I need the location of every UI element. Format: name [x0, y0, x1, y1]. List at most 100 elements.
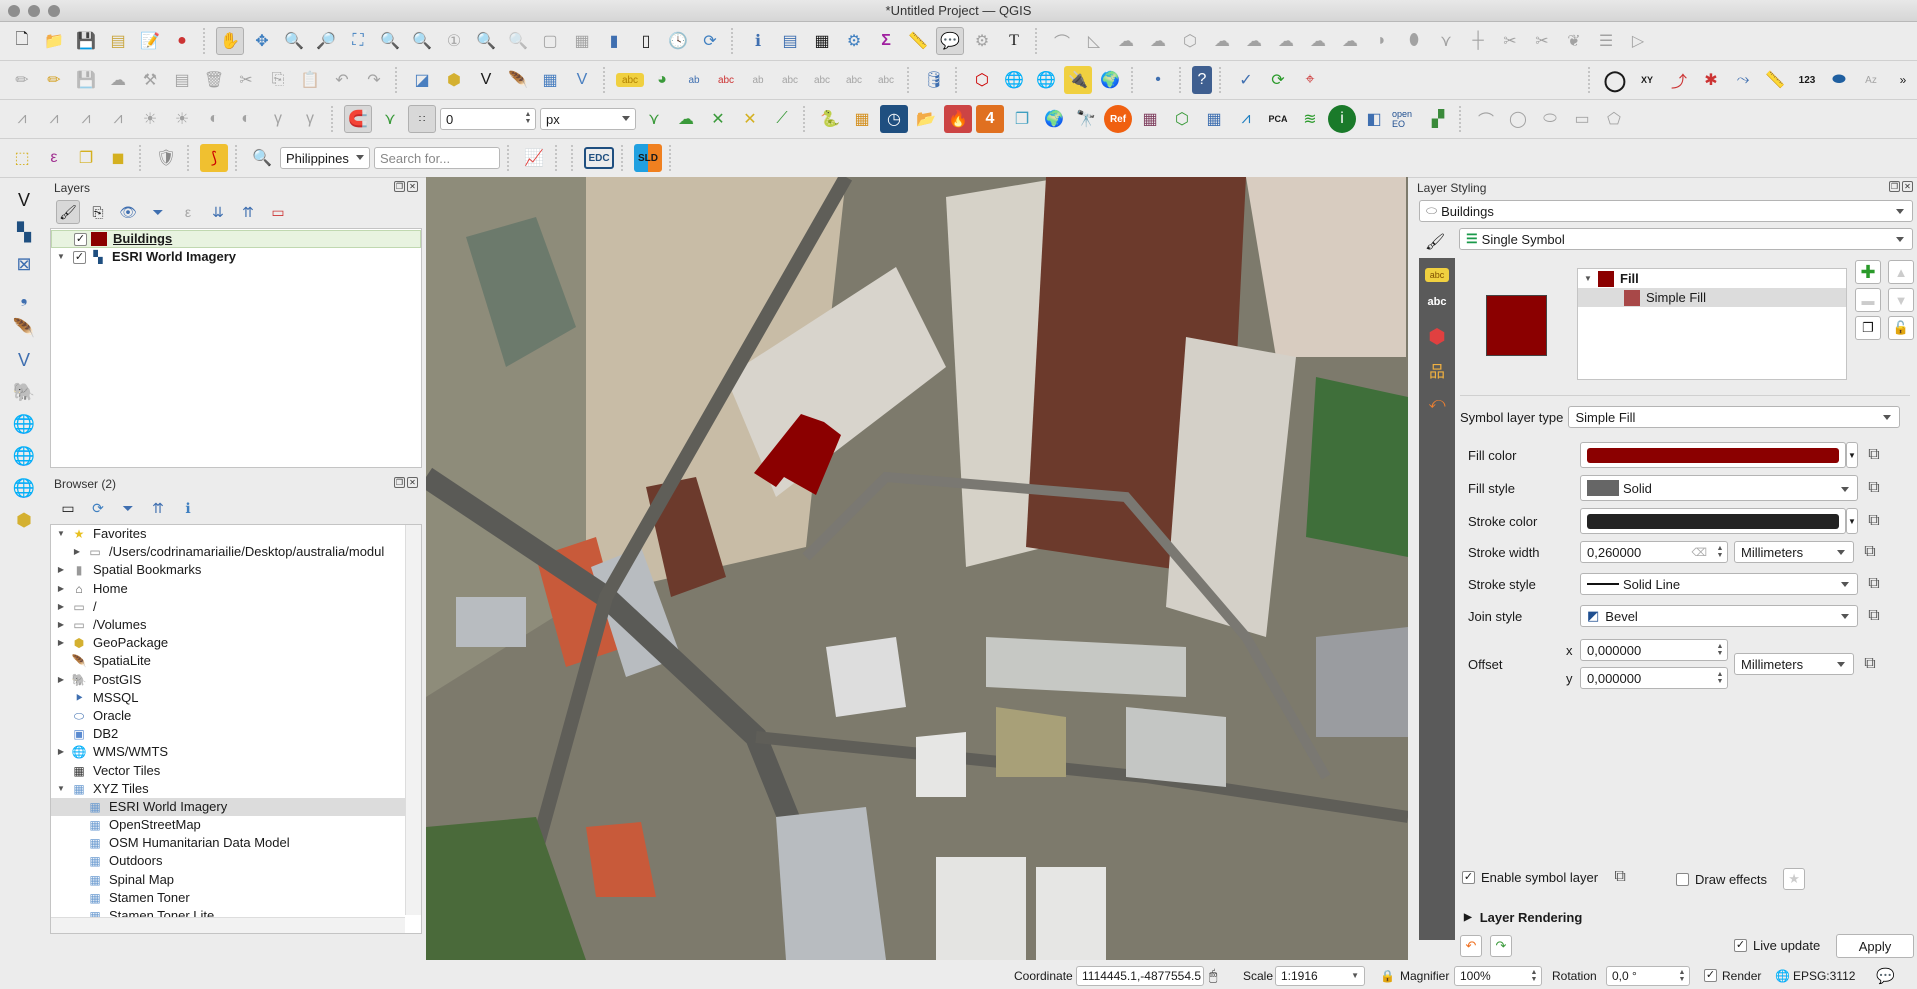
masks-tab-icon[interactable]: abc: [1423, 288, 1451, 316]
pca-icon[interactable]: PCA: [1264, 105, 1292, 133]
plugin-fire-icon[interactable]: 🔥: [944, 105, 972, 133]
data-defined-override-icon[interactable]: ⧉: [1608, 868, 1632, 886]
add-symbol-layer-button[interactable]: ✚: [1855, 260, 1881, 284]
float-panel-icon[interactable]: ❐: [394, 181, 405, 192]
label-toolbar-icon[interactable]: abc: [616, 73, 644, 87]
advanced-edit-6-icon[interactable]: ◗: [1368, 27, 1396, 55]
add-selected-layers-icon[interactable]: ▭: [56, 496, 80, 520]
identify-features-icon[interactable]: ℹ: [744, 27, 772, 55]
advanced-edit-2-icon[interactable]: ☁: [1240, 27, 1268, 55]
move-label-2-icon[interactable]: abc: [808, 66, 836, 94]
add-wms-layer-icon[interactable]: 🌐: [8, 410, 40, 438]
add-polygon-icon[interactable]: ☁: [104, 66, 132, 94]
close-panel-icon[interactable]: ✕: [407, 477, 418, 488]
move-label-icon[interactable]: ab: [744, 66, 772, 94]
plugin-layers-icon[interactable]: ❐: [1008, 105, 1036, 133]
plugin-dot-icon[interactable]: •: [1144, 66, 1172, 94]
table-refresh-icon[interactable]: ⟳: [1264, 66, 1292, 94]
rotate-label-icon[interactable]: abc: [840, 66, 868, 94]
earth-icon[interactable]: 🌍: [1040, 105, 1068, 133]
shape-tool-2-icon[interactable]: ☁: [1144, 27, 1172, 55]
add-ellipse-icon[interactable]: ⬭: [1536, 105, 1564, 133]
openeo-icon[interactable]: open EO: [1392, 105, 1420, 133]
minimize-window-button[interactable]: [28, 5, 40, 17]
new-layer-icon[interactable]: ◪: [408, 66, 436, 94]
processing-toolbox-icon[interactable]: ⚙: [840, 27, 868, 55]
expand-all-icon[interactable]: ⇊: [206, 200, 230, 224]
filter-legend-icon[interactable]: ⏷: [146, 200, 170, 224]
raster-tool-3-icon[interactable]: ⩘: [72, 105, 100, 133]
advanced-edit-7-icon[interactable]: ⬮: [1400, 27, 1428, 55]
open-attribute-table-icon[interactable]: ▤: [776, 27, 804, 55]
lock-color-button[interactable]: 🔓: [1888, 316, 1914, 340]
browser-vscrollbar[interactable]: [405, 525, 421, 915]
snapping-magnet-icon[interactable]: 🧲: [344, 105, 372, 133]
route-plugin-icon[interactable]: ⟆: [200, 144, 228, 172]
field-calculator-icon[interactable]: ▦: [808, 27, 836, 55]
add-postgis-layer-icon[interactable]: 🐘: [8, 378, 40, 406]
help-icon[interactable]: ?: [1192, 66, 1212, 94]
coordinate-field[interactable]: 1114445.1,-4877554.5: [1076, 965, 1204, 986]
3d-view-tab-icon[interactable]: ⬢: [1423, 322, 1451, 350]
curve-points-icon[interactable]: ⤴: [1665, 66, 1693, 94]
shape-tool-3-icon[interactable]: ⬡: [1176, 27, 1204, 55]
add-circle-icon[interactable]: ◯: [1504, 105, 1532, 133]
spin-icon[interactable]: ▲ ▼: [1715, 545, 1725, 559]
new-shapefile-layer-icon[interactable]: V: [472, 66, 500, 94]
snapping-tolerance-input[interactable]: 0 ▲ ▼: [440, 108, 536, 130]
zoom-next-icon[interactable]: 🔍: [504, 27, 532, 55]
symbol-tree-simple-fill[interactable]: Simple Fill: [1578, 288, 1846, 307]
add-wfs-layer-icon[interactable]: 🌐: [8, 474, 40, 502]
diagrams-tab-icon[interactable]: 品: [1423, 356, 1451, 384]
layer-rendering-section[interactable]: ▶ Layer Rendering: [1464, 910, 1582, 925]
delete-selected-icon[interactable]: 🗑: [200, 66, 228, 94]
fill-style-select[interactable]: Solid: [1580, 475, 1858, 501]
browser-item[interactable]: ▶ ▭ /Users/codrinamariailie/Desktop/austra…: [51, 543, 421, 561]
coordinate-toggle-icon[interactable]: 🖱: [1209, 967, 1217, 984]
offset-units-select[interactable]: Millimeters: [1734, 653, 1854, 675]
zoom-to-layer-icon[interactable]: 🔍: [408, 27, 436, 55]
browser-item[interactable]: ▶ ▮ Spatial Bookmarks: [51, 561, 421, 579]
fill-color-button[interactable]: [1580, 442, 1846, 468]
add-polygon-shape-icon[interactable]: ⬠: [1600, 105, 1628, 133]
refresh-browser-icon[interactable]: ⟳: [86, 496, 110, 520]
highlight-labels-icon[interactable]: abc: [712, 66, 740, 94]
advanced-edit-3-icon[interactable]: ☁: [1272, 27, 1300, 55]
self-snapping-icon[interactable]: ✕: [736, 105, 764, 133]
country-select[interactable]: Philippines: [280, 147, 370, 169]
metasearch-add-icon[interactable]: 🌐: [1000, 66, 1028, 94]
move-down-button[interactable]: ▼: [1888, 288, 1914, 312]
manage-visibility-icon[interactable]: 👁: [116, 200, 140, 224]
style-manager-icon[interactable]: ●: [168, 27, 196, 55]
undo-style-button[interactable]: ↶: [1460, 935, 1482, 957]
zoom-last-icon[interactable]: 🔍: [472, 27, 500, 55]
brightness-up-icon[interactable]: ☀: [136, 105, 164, 133]
snapping-config-icon[interactable]: ⟋: [768, 105, 796, 133]
contrast-up-icon[interactable]: ◐: [200, 105, 228, 133]
add-mesh-layer-icon[interactable]: ⊠: [8, 250, 40, 278]
run-action-icon[interactable]: ⚙: [968, 27, 996, 55]
zoom-out-icon[interactable]: 🔎: [312, 27, 340, 55]
select-features-icon[interactable]: ⬚: [8, 144, 36, 172]
browser-item[interactable]: ⬭ Oracle: [51, 707, 421, 725]
offset-y-input[interactable]: 0,000000 ▲ ▼: [1580, 667, 1728, 689]
temporal-controller-icon[interactable]: 🕓: [664, 27, 692, 55]
data-defined-override-icon[interactable]: ⧉: [1862, 512, 1886, 530]
symbol-tree-fill[interactable]: ▼ Fill: [1578, 269, 1846, 288]
spin-icon[interactable]: ▲ ▼: [1715, 671, 1725, 685]
open-styling-icon[interactable]: 🖌: [56, 200, 80, 224]
measure-numbers-icon[interactable]: 123: [1793, 66, 1821, 94]
scale-select[interactable]: 1:1916 ▼: [1275, 965, 1365, 986]
snapping-units-select[interactable]: px: [540, 108, 636, 130]
move-up-button[interactable]: ▲: [1888, 260, 1914, 284]
new-virtual-layer-icon[interactable]: V: [568, 66, 596, 94]
statistical-summary-icon[interactable]: Σ: [872, 27, 900, 55]
merge-features-icon[interactable]: ❦: [1560, 27, 1588, 55]
raster-tool-4-icon[interactable]: ⩘: [104, 105, 132, 133]
redo-style-button[interactable]: ↷: [1490, 935, 1512, 957]
plugin-manager-icon[interactable]: 🔌: [1064, 66, 1092, 94]
data-defined-override-icon[interactable]: ⧉: [1858, 655, 1882, 673]
geocoder-search-icon[interactable]: 🔍: [248, 144, 276, 172]
open-project-icon[interactable]: 📁: [40, 27, 68, 55]
float-panel-icon[interactable]: ❐: [1889, 181, 1900, 192]
